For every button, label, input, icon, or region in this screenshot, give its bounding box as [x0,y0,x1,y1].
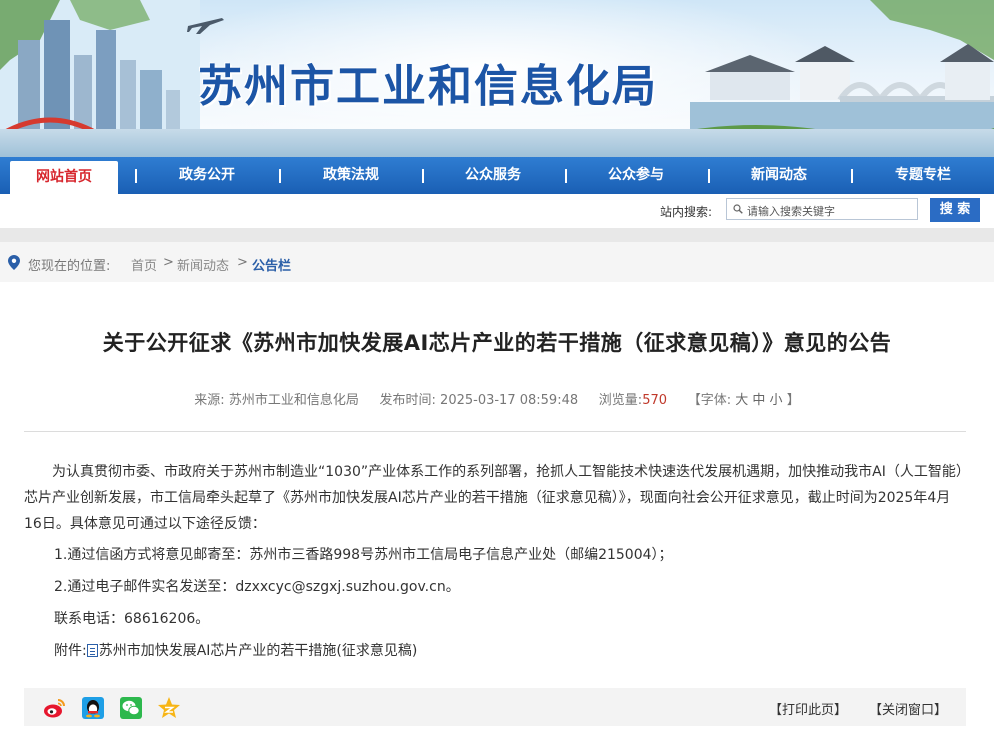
nav-separator [135,169,137,183]
site-banner: 苏州市工业和信息化局 [0,0,994,157]
nav-item-news[interactable]: 新闻动态 [724,157,834,194]
breadcrumb: 您现在的位置: 首页 > 新闻动态 > 公告栏 [0,242,994,282]
source-label: 来源: [194,393,225,408]
breadcrumb-separator: > [163,255,174,270]
font-medium-button[interactable]: 中 [752,393,765,408]
attachment-label: 附件: [54,643,87,659]
breadcrumb-current[interactable]: 公告栏 [252,255,291,274]
article-tools: 【打印此页】 【关闭窗口】 [24,688,966,726]
source-value: 苏州市工业和信息化局 [228,393,359,408]
main-nav: 网站首页 政务公开 政策法规 公众服务 公众参与 新闻动态 专题专栏 [0,157,994,194]
article-meta: 来源: 苏州市工业和信息化局 发布时间: 2025-03-17 08:59:48… [0,389,994,408]
nav-separator [279,169,281,183]
font-large-button[interactable]: 大 [735,393,748,408]
search-placeholder: 请输入搜索关键字 [747,205,835,218]
nav-item-government-affairs[interactable]: 政务公开 [152,157,262,194]
publish-time-value: 2025-03-17 08:59:48 [440,393,579,408]
font-size-close: 】 [786,393,800,408]
feedback-item-mail: 1.通过信函方式将意见邮寄至：苏州市三香路998号苏州市工信局电子信息产业处（邮… [54,547,673,563]
print-page-link[interactable]: 【打印此页】 [769,699,847,718]
nav-separator [851,169,853,183]
nav-item-public-service[interactable]: 公众服务 [438,157,548,194]
views-label: 浏览量: [598,393,643,408]
wechat-icon[interactable] [119,696,143,720]
breadcrumb-home[interactable]: 首页 [131,255,157,274]
breadcrumb-separator: > [237,255,248,270]
close-window-link[interactable]: 【关闭窗口】 [869,699,947,718]
article-divider [24,431,966,432]
airplane-icon [187,18,224,34]
banner-water [0,129,994,157]
nav-separator [708,169,710,183]
nav-item-home[interactable]: 网站首页 [10,161,118,194]
search-label: 站内搜索: [660,205,713,219]
search-button[interactable]: 搜 索 [930,198,980,222]
attachment-row: 附件: 苏州市加快发展AI芯片产业的若干措施(征求意见稿) [54,640,417,660]
qzone-icon[interactable] [157,696,181,720]
weibo-icon[interactable] [42,696,66,720]
publish-time-label: 发布时间: [379,393,436,408]
views-count: 570 [642,393,668,408]
font-size-open: 【字体: [687,393,732,408]
breadcrumb-news[interactable]: 新闻动态 [177,255,229,274]
site-title: 苏州市工业和信息化局 [198,61,658,112]
nav-item-special-topics[interactable]: 专题专栏 [868,157,978,194]
breadcrumb-divider [0,228,994,242]
attachment-link[interactable]: 苏州市加快发展AI芯片产业的若干措施(征求意见稿) [99,643,418,659]
search-icon [733,204,743,214]
contact-phone: 联系电话：68616206。 [54,611,210,627]
breadcrumb-prefix: 您现在的位置: [28,259,111,274]
nav-separator [565,169,567,183]
qq-icon[interactable] [81,696,105,720]
feedback-item-email: 2.通过电子邮件实名发送至：dzxxcyc@szgxj.suzhou.gov.c… [54,579,460,595]
article-title: 关于公开征求《苏州市加快发展AI芯片产业的若干措施（征求意见稿）》意见的公告 [102,331,892,355]
document-icon [86,644,98,657]
nav-item-policies[interactable]: 政策法规 [296,157,406,194]
font-small-button[interactable]: 小 [770,393,783,408]
location-pin-icon [8,255,20,270]
nav-separator [422,169,424,183]
nav-item-public-participation[interactable]: 公众参与 [581,157,691,194]
article-paragraph: 为认真贯彻市委、市政府关于苏州市制造业“1030”产业体系工作的系列部署，抢抓人… [24,464,963,532]
